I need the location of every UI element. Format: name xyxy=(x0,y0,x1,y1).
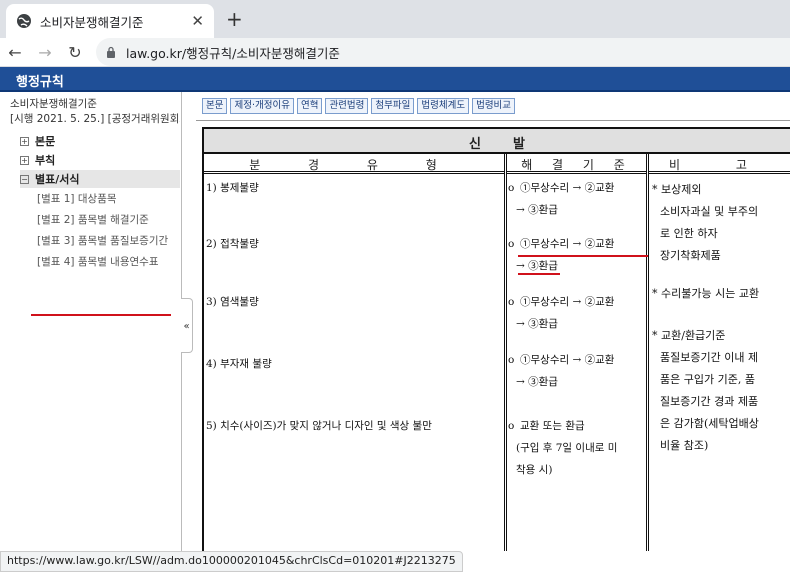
close-tab-icon[interactable]: ✕ xyxy=(191,12,204,30)
tree-item-label: 본문 xyxy=(35,135,56,148)
new-tab-button[interactable]: + xyxy=(226,8,243,30)
appendix-item-2[interactable]: [별표 2] 품목별 해결기준 xyxy=(20,210,180,231)
tree-item-main-text[interactable]: + 본문 xyxy=(20,132,180,150)
col-header-resolution: 해 결 기 준 xyxy=(521,158,633,172)
toolbar-button-revision-reason[interactable]: 제정·개정이유 xyxy=(230,98,294,114)
resolution-cell: o ①무상수리 → ②교환 → ③환급 xyxy=(508,291,644,335)
lock-icon xyxy=(107,46,115,58)
defect-cell: 3) 염색불량 xyxy=(206,296,259,308)
bullet: o xyxy=(508,354,515,366)
site-title[interactable]: 행정규칙 xyxy=(16,71,64,90)
resolution-cell: o 교환 또는 환급 (구입 후 7일 이내로 미 착용 시) xyxy=(508,415,644,481)
resolution-line: → ③환급 xyxy=(516,260,558,272)
defect-cell: 4) 부자재 불량 xyxy=(206,358,272,370)
expand-icon[interactable]: + xyxy=(20,136,29,146)
resolution-cell: o ①무상수리 → ②교환 → ③환급 xyxy=(508,349,644,393)
resolution-line: ①무상수리 → ②교환 xyxy=(520,182,615,194)
toolbar-button-related-laws[interactable]: 관련법령 xyxy=(325,98,369,114)
tree-item-supplementary[interactable]: + 부칙 xyxy=(20,151,180,169)
collapse-pane-button[interactable]: « xyxy=(181,298,193,353)
resolution-line: ①무상수리 → ②교환 xyxy=(520,296,615,308)
bullet: o xyxy=(508,420,515,432)
section-title: 신발 xyxy=(469,137,557,152)
toolbar-button-history[interactable]: 연혁 xyxy=(296,98,323,114)
section-header: 신발 xyxy=(204,129,790,154)
resolution-cell: o ①무상수리 → ②교환 → ③환급 xyxy=(508,177,644,221)
toolbar-button-attachments[interactable]: 첨부파일 xyxy=(371,98,415,114)
globe-icon xyxy=(17,14,31,28)
remark-line: 장기착화제품 xyxy=(660,249,721,262)
remarks-cell: * 교환/환급기준 품질보증기간 이내 제 품은 구입가 기준, 품 질보증기간… xyxy=(652,325,790,457)
remark-line: 소비자과실 및 부주의 xyxy=(660,205,759,218)
column-header-row: 분 경 유 형 해 결 기 준 비 고 xyxy=(204,154,790,174)
resolution-line: ①무상수리 → ②교환 xyxy=(520,354,615,366)
resolution-line: → ③환급 xyxy=(516,204,558,216)
address-bar: ← → ↻ law.go.kr/행정규칙/소비자분쟁해결기준 xyxy=(0,38,790,66)
tree-item-appendix[interactable]: − 별표/서식 xyxy=(20,170,180,188)
status-bar: https://www.law.go.kr/LSW//adm.do1000002… xyxy=(0,551,463,572)
defect-cell: 5) 치수(사이즈)가 맞지 않거나 디자인 및 색상 불만 xyxy=(206,420,432,432)
bullet: o xyxy=(508,296,515,308)
remark-line: 질보증기간 경과 제품 xyxy=(660,395,759,408)
tree-item-label: 별표/서식 xyxy=(35,173,80,186)
appendix-item-4[interactable]: [별표 4] 품목별 내용연수표 xyxy=(20,252,180,273)
remark-line: 품은 구입가 기준, 품 xyxy=(660,373,755,386)
col-header-defect: 분 경 유 형 xyxy=(249,158,459,172)
resolution-line: → ③환급 xyxy=(516,376,558,388)
remark-line: 비율 참조) xyxy=(660,439,709,452)
doc-toolbar: 본문 제정·개정이유 연혁 관련법령 첨부파일 법령체계도 법령비교 xyxy=(202,98,518,114)
appendix-item-1[interactable]: [별표 1] 대상품목 xyxy=(20,189,180,210)
defect-cell: 1) 봉제불량 xyxy=(206,182,259,194)
url-input[interactable]: law.go.kr/행정규칙/소비자분쟁해결기준 xyxy=(96,38,790,66)
remarks-cell: * 보상제외 소비자과실 및 부주의 로 인한 하자 장기착화제품 xyxy=(652,179,790,267)
law-date: [시행 2021. 5. 25.] [공정거래위원회고시 xyxy=(10,113,180,125)
remark-line: * 보상제외 xyxy=(652,183,702,196)
reload-button[interactable]: ↻ xyxy=(60,43,90,62)
site-header: 행정규칙 xyxy=(0,67,790,92)
column-divider xyxy=(646,154,649,551)
browser-tab[interactable]: 소비자분쟁해결기준 ✕ xyxy=(6,4,214,38)
browser-tabbar: 소비자분쟁해결기준 ✕ + xyxy=(0,0,790,38)
collapse-icon[interactable]: − xyxy=(20,174,29,184)
resolution-line: ①무상수리 → ②교환 xyxy=(520,238,615,250)
col-header-remarks: 비 고 xyxy=(669,158,773,172)
back-button[interactable]: ← xyxy=(0,43,30,62)
remark-line: 로 인한 하자 xyxy=(660,227,718,240)
appendix-table: 신발 분 경 유 형 해 결 기 준 비 고 1) 봉제불량 o ①무상수리 → … xyxy=(202,127,790,551)
remarks-cell: * 수리불가능 시는 교환 xyxy=(652,283,790,305)
resolution-line: → ③환급 xyxy=(516,318,558,330)
toolbar-divider xyxy=(196,120,790,121)
expand-icon[interactable]: + xyxy=(20,155,29,165)
remark-line: * 교환/환급기준 xyxy=(652,329,726,342)
red-underline-annotation xyxy=(31,314,171,316)
appendix-item-3[interactable]: [별표 3] 품목별 품질보증기간 xyxy=(20,231,180,252)
remark-line: 품질보증기간 이내 제 xyxy=(660,351,759,364)
remark-line: * 수리불가능 시는 교환 xyxy=(652,287,760,300)
red-underline-annotation xyxy=(518,255,648,257)
toolbar-button-main[interactable]: 본문 xyxy=(202,98,228,114)
tree-item-label: 부칙 xyxy=(35,154,56,167)
law-tree: + 본문 + 부칙 − 별표/서식 [별표 1] 대상품목 [별표 2] 품목별… xyxy=(20,132,180,273)
bullet: o xyxy=(508,182,515,194)
law-name: 소비자분쟁해결기준 xyxy=(10,98,97,110)
tab-title: 소비자분쟁해결기준 xyxy=(40,14,144,30)
red-underline-annotation xyxy=(518,273,560,275)
resolution-line: (구입 후 7일 이내로 미 xyxy=(516,442,618,454)
url-text: law.go.kr/행정규칙/소비자분쟁해결기준 xyxy=(126,45,340,61)
bullet: o xyxy=(508,238,515,250)
left-nav-pane: 소비자분쟁해결기준 [시행 2021. 5. 25.] [공정거래위원회고시 +… xyxy=(0,92,182,572)
remark-line: 은 감가함(세탁업배상 xyxy=(660,417,759,430)
toolbar-button-law-structure[interactable]: 법령체계도 xyxy=(417,98,470,114)
forward-button[interactable]: → xyxy=(30,43,60,62)
toolbar-button-law-compare[interactable]: 법령비교 xyxy=(472,98,516,114)
defect-cell: 2) 접착불량 xyxy=(206,238,259,250)
resolution-line: 교환 또는 환급 xyxy=(520,420,585,432)
resolution-line: 착용 시) xyxy=(516,464,553,476)
